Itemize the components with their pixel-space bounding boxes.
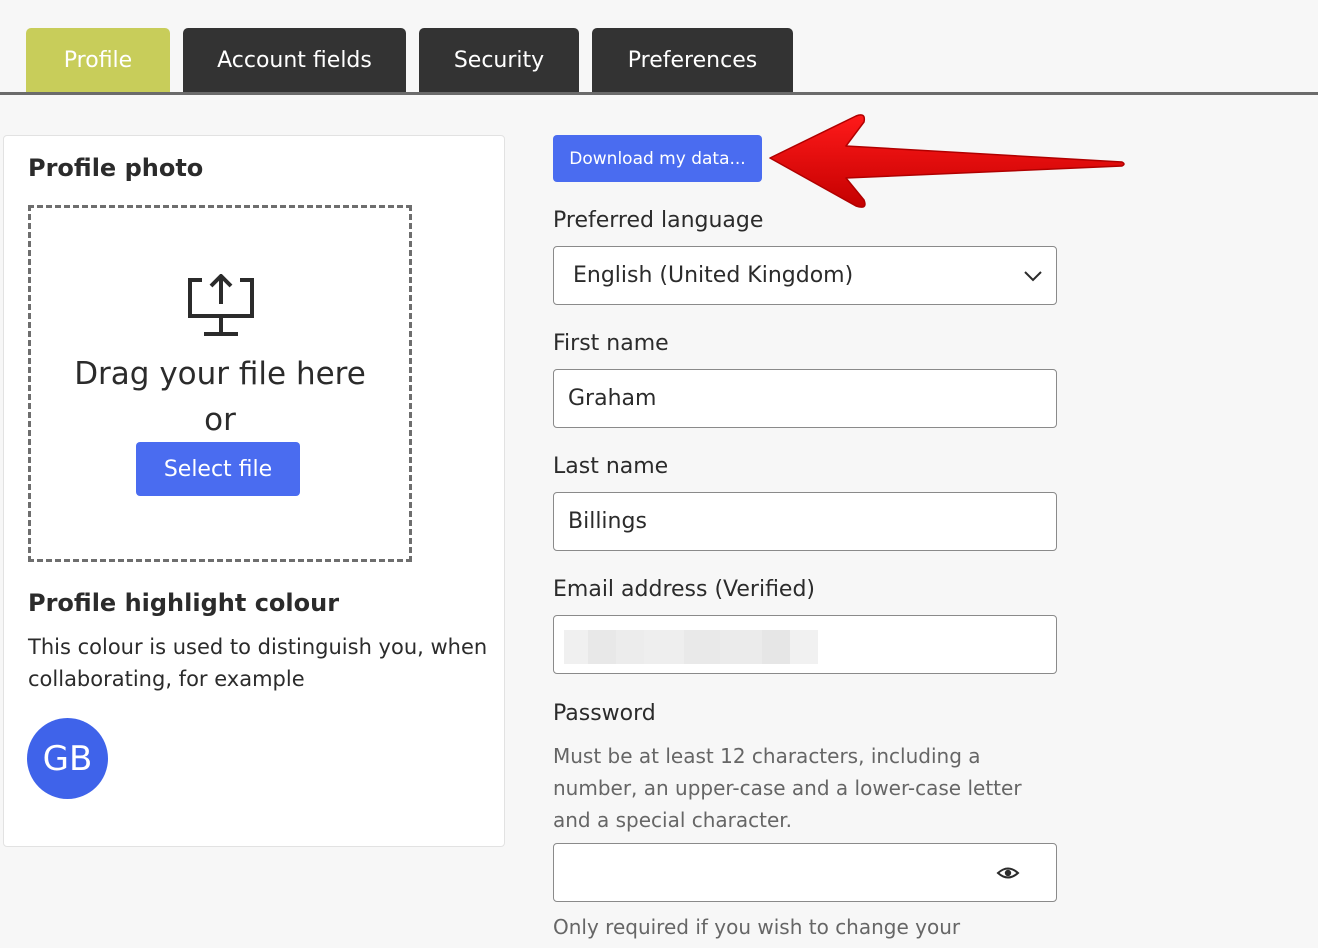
first-name-field[interactable]: Graham xyxy=(553,369,1057,428)
tab-preferences[interactable]: Preferences xyxy=(592,28,793,92)
password-label: Password xyxy=(553,701,656,726)
highlight-heading: Profile highlight colour xyxy=(28,589,340,617)
profile-photo-heading: Profile photo xyxy=(28,154,204,182)
language-label: Preferred language xyxy=(553,208,764,233)
email-field[interactable] xyxy=(553,615,1057,674)
language-value: English (United Kingdom) xyxy=(573,263,854,288)
download-data-button[interactable]: Download my data... xyxy=(553,135,762,182)
annotation-arrow-icon xyxy=(769,114,1125,208)
tab-profile[interactable]: Profile xyxy=(26,28,170,92)
password-rules: Must be at least 12 characters, includin… xyxy=(553,744,1022,832)
first-name-label: First name xyxy=(553,331,669,356)
avatar[interactable]: GB xyxy=(27,718,108,799)
redacted-email xyxy=(564,630,818,664)
tab-bar: Profile Account fields Security Preferen… xyxy=(0,0,1318,95)
first-name-value: Graham xyxy=(568,386,657,411)
email-label: Email address (Verified) xyxy=(553,577,816,602)
photo-dropzone[interactable]: Drag your file here or Select file xyxy=(28,205,412,562)
select-file-button[interactable]: Select file xyxy=(136,442,300,496)
drag-text: Drag your file here xyxy=(74,356,366,392)
eye-icon[interactable] xyxy=(996,864,1020,882)
chevron-down-icon xyxy=(1024,271,1042,282)
tab-account-fields[interactable]: Account fields xyxy=(183,28,406,92)
profile-card: Profile photo Drag your file here or Sel… xyxy=(3,135,505,847)
tab-security[interactable]: Security xyxy=(419,28,579,92)
last-name-value: Billings xyxy=(568,509,647,534)
highlight-description: This colour is used to distinguish you, … xyxy=(28,635,488,691)
or-text: or xyxy=(204,402,236,438)
upload-icon xyxy=(188,274,254,336)
password-field[interactable] xyxy=(553,843,1057,902)
language-select[interactable]: English (United Kingdom) xyxy=(553,246,1057,305)
last-name-field[interactable]: Billings xyxy=(553,492,1057,551)
last-name-label: Last name xyxy=(553,454,669,479)
password-hint: Only required if you wish to change your… xyxy=(553,915,961,948)
